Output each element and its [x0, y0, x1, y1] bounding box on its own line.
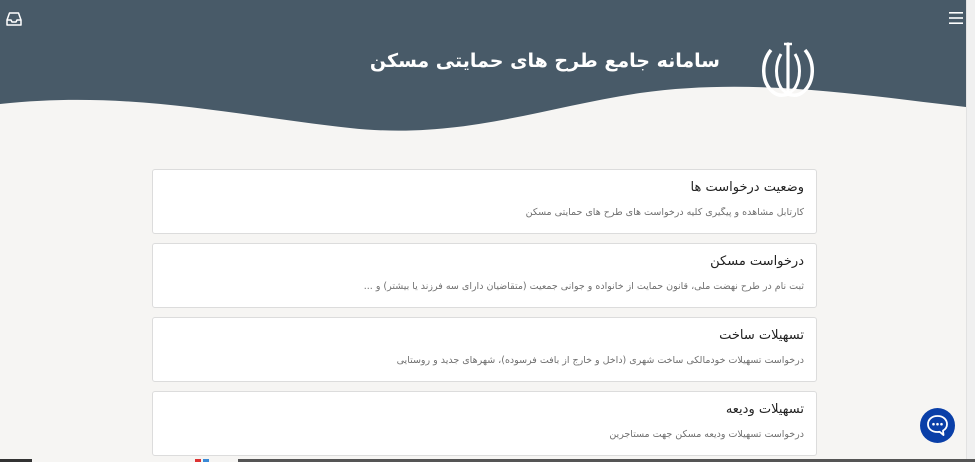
header-wave-background	[0, 0, 975, 131]
card-description: درخواست تسهیلات ودیعه مسکن جهت مستاجرین	[609, 429, 804, 440]
card-description: کارتابل مشاهده و پیگیری کلیه درخواست های…	[525, 207, 804, 218]
card-description: ثبت نام در طرح نهضت ملی، قانون حمایت از …	[363, 281, 804, 292]
service-card-housing-request[interactable]: درخواست مسکن ثبت نام در طرح نهضت ملی، قا…	[152, 243, 817, 308]
card-title: تسهیلات ودیعه	[725, 402, 804, 417]
card-description: درخواست تسهیلات خودمالکی ساخت شهری (داخل…	[396, 355, 804, 366]
service-card-list: وضعیت درخواست ها کارتابل مشاهده و پیگیری…	[152, 169, 817, 462]
iran-emblem-icon	[762, 42, 814, 98]
taskbar-edge	[0, 458, 975, 462]
card-title: تسهیلات ساخت	[719, 328, 804, 343]
page-title: سامانه جامع طرح های حمایتی مسکن	[369, 50, 720, 72]
service-card-construction-loan[interactable]: تسهیلات ساخت درخواست تسهیلات خودمالکی سا…	[152, 317, 817, 382]
scrollbar-track[interactable]	[966, 0, 975, 462]
inbox-tray-icon[interactable]	[5, 10, 23, 28]
card-title: وضعیت درخواست ها	[690, 180, 804, 195]
service-card-deposit-loan[interactable]: تسهیلات ودیعه درخواست تسهیلات ودیعه مسکن…	[152, 391, 817, 456]
hamburger-menu-icon[interactable]	[948, 10, 964, 26]
page-header: سامانه جامع طرح های حمایتی مسکن	[0, 0, 975, 160]
service-card-request-status[interactable]: وضعیت درخواست ها کارتابل مشاهده و پیگیری…	[152, 169, 817, 234]
card-title: درخواست مسکن	[710, 254, 804, 269]
chat-bubble-icon	[927, 415, 948, 436]
page: سامانه جامع طرح های حمایتی مسکن وضعیت در…	[0, 0, 975, 462]
chat-button[interactable]	[920, 408, 955, 443]
